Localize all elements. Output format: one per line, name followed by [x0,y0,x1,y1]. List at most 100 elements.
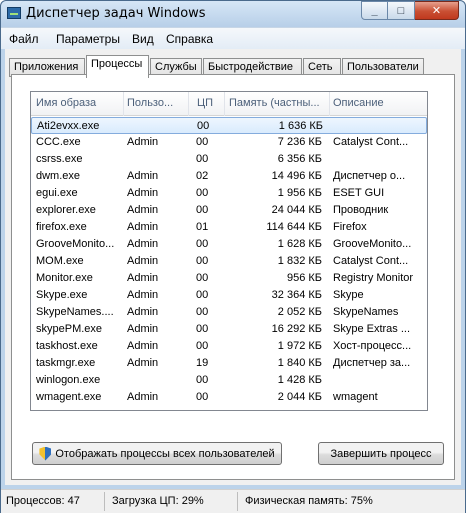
process-row[interactable]: Ati2evxx.exe 00 1 636 КБ [31,117,427,134]
column-divider[interactable] [329,92,330,116]
list-header: Имя образа Пользо... ЦП Память (частны..… [31,92,427,116]
process-name: CCC.exe [36,136,81,148]
process-memory: 24 044 КБ [271,204,322,216]
process-row[interactable]: explorer.exe Admin 00 24 044 КБ Проводник [31,202,427,219]
process-user: Admin [127,255,159,267]
status-memory: Физическая память: 75% [245,495,373,507]
process-description: Проводник [333,204,389,216]
column-user[interactable]: Пользо... [127,97,187,109]
process-cpu: 00 [197,120,210,132]
process-cpu: 00 [196,255,209,267]
process-memory: 1 956 КБ [277,187,322,199]
menu-view[interactable]: Вид [132,32,154,46]
process-row[interactable]: egui.exe Admin 00 1 956 КБ ESET GUI [31,185,427,202]
process-row[interactable]: Skype.exe Admin 00 32 364 КБ Skype [31,287,427,304]
process-user: Admin [127,323,159,335]
process-row[interactable]: MOM.exe Admin 00 1 832 КБ Catalyst Cont... [31,253,427,270]
process-name: taskhost.exe [36,340,98,352]
show-all-processes-button[interactable]: Отображать процессы всех пользователей [32,442,282,465]
process-row[interactable]: CCC.exe Admin 00 7 236 КБ Catalyst Cont... [31,134,427,151]
menu-help[interactable]: Справка [166,32,213,46]
process-row[interactable]: wmagent.exe Admin 00 2 044 КБ wmagent [31,389,427,406]
process-row[interactable]: dwm.exe Admin 02 14 496 КБ Диспетчер о... [31,168,427,185]
process-cpu: 00 [196,187,209,199]
process-name: SkypeNames.... [36,306,114,318]
process-description: Firefox [333,221,367,233]
process-description: wmagent [333,391,378,403]
process-cpu: 19 [196,357,209,369]
process-name: skypePM.exe [36,323,103,335]
process-name: Ati2evxx.exe [37,120,100,132]
column-image-name[interactable]: Имя образа [36,97,122,109]
process-cpu: 00 [196,340,209,352]
title-bar[interactable]: Диспетчер задач Windows _ □ ✕ [1,1,465,27]
process-user: Admin [127,391,159,403]
process-description: Skype [333,289,364,301]
process-name: dwm.exe [36,170,81,182]
process-cpu: 00 [196,272,209,284]
process-name: Monitor.exe [36,272,93,284]
process-description: Catalyst Cont... [333,255,409,267]
maximize-button[interactable]: □ [388,1,415,20]
process-row[interactable]: taskmgr.exe Admin 19 1 840 КБ Диспетчер за..… [31,355,427,372]
process-cpu: 00 [196,391,209,403]
process-row[interactable]: SkypeNames.... Admin 00 2 052 КБ SkypeNames [31,304,427,321]
processes-panel: Имя образа Пользо... ЦП Память (частны..… [11,74,455,480]
process-memory: 956 КБ [286,272,322,284]
client-area: Приложения Процессы Службы Быстродействи… [5,49,461,485]
column-divider[interactable] [224,92,225,116]
process-cpu: 02 [196,170,209,182]
process-row[interactable]: GrooveMonito... Admin 00 1 628 КБ GrooveMoni… [31,236,427,253]
status-cpu: Загрузка ЦП: 29% [112,495,204,507]
column-divider[interactable] [188,92,189,116]
process-row[interactable]: csrss.exe 00 6 356 КБ [31,151,427,168]
process-name: winlogon.exe [36,374,101,386]
status-processes: Процессов: 47 [6,495,80,507]
process-list[interactable]: Имя образа Пользо... ЦП Память (частны..… [30,91,428,411]
process-description: GrooveMonito... [333,238,412,250]
process-memory: 2 044 КБ [277,391,322,403]
process-description: ESET GUI [333,187,385,199]
process-description: Catalyst Cont... [333,136,409,148]
column-description[interactable]: Описание [333,97,423,109]
process-name: MOM.exe [36,255,84,267]
menu-options[interactable]: Параметры [56,32,120,46]
process-description: Registry Monitor [333,272,414,284]
process-description: Диспетчер за... [333,357,411,369]
column-divider[interactable] [123,92,124,116]
column-cpu[interactable]: ЦП [197,97,223,109]
window-controls: _ □ ✕ [361,1,459,20]
process-row[interactable]: winlogon.exe 00 1 428 КБ [31,372,427,389]
process-memory: 1 636 КБ [278,120,323,132]
process-cpu: 01 [196,221,209,233]
tab-processes[interactable]: Процессы [86,55,149,78]
end-process-button[interactable]: Завершить процесс [318,442,444,465]
close-button[interactable]: ✕ [415,1,459,20]
status-divider [104,492,105,511]
process-memory: 14 496 КБ [271,170,322,182]
process-memory: 1 628 КБ [277,238,322,250]
task-manager-window: Диспетчер задач Windows _ □ ✕ Файл Парам… [0,0,466,513]
process-user: Admin [127,204,159,216]
process-memory: 16 292 КБ [271,323,322,335]
process-name: explorer.exe [36,204,96,216]
column-memory[interactable]: Память (частны... [229,97,325,109]
process-row[interactable]: Monitor.exe Admin 00 956 КБ Registry Monitor [31,270,427,287]
window-title: Диспетчер задач Windows [26,6,206,21]
process-cpu: 00 [196,204,209,216]
process-row[interactable]: firefox.exe Admin 01 114 644 КБ Firefox [31,219,427,236]
process-description: SkypeNames [333,306,399,318]
process-name: wmagent.exe [36,391,102,403]
process-row[interactable]: taskhost.exe Admin 00 1 972 КБ Хост-процесс.… [31,338,427,355]
minimize-button[interactable]: _ [361,1,388,20]
process-memory: 1 972 КБ [277,340,322,352]
menu-file[interactable]: Файл [9,32,39,46]
process-description: Диспетчер о... [333,170,406,182]
process-row[interactable]: skypePM.exe Admin 00 16 292 КБ Skype Extras … [31,321,427,338]
process-description: Skype Extras ... [333,323,411,335]
process-user: Admin [127,289,159,301]
process-name: GrooveMonito... [36,238,115,250]
process-name: csrss.exe [36,153,83,165]
menu-bar: Файл Параметры Вид Справка [1,27,465,49]
process-cpu: 00 [196,153,209,165]
